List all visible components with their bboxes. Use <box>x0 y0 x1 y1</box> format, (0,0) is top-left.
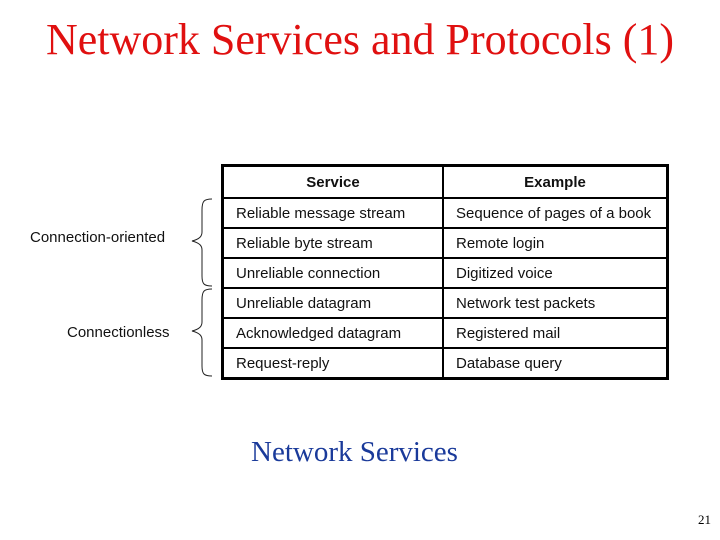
table-row: Unreliable connection Digitized voice <box>221 257 669 289</box>
cell-example: Database query <box>442 347 669 380</box>
cell-example: Remote login <box>442 227 669 259</box>
table-header-row: Service Example <box>221 164 669 199</box>
cell-service: Unreliable connection <box>221 257 444 289</box>
cell-example: Registered mail <box>442 317 669 349</box>
table-row: Reliable message stream Sequence of page… <box>221 197 669 229</box>
brace-icon-connectionless <box>191 288 213 377</box>
cell-service: Reliable message stream <box>221 197 444 229</box>
table-row: Request-reply Database query <box>221 347 669 380</box>
cell-example: Digitized voice <box>442 257 669 289</box>
cell-service: Request-reply <box>221 347 444 380</box>
cell-service: Reliable byte stream <box>221 227 444 259</box>
slide-title: Network Services and Protocols (1) <box>45 15 675 64</box>
cell-example: Sequence of pages of a book <box>442 197 669 229</box>
header-example: Example <box>442 164 669 199</box>
group-label-connectionless: Connectionless <box>67 324 170 341</box>
table-row: Acknowledged datagram Registered mail <box>221 317 669 349</box>
services-table: Service Example Reliable message stream … <box>221 164 669 380</box>
header-service: Service <box>221 164 444 199</box>
page-number: 21 <box>698 512 711 527</box>
cell-service: Unreliable datagram <box>221 287 444 319</box>
table-row: Reliable byte stream Remote login <box>221 227 669 259</box>
table-row: Unreliable datagram Network test packets <box>221 287 669 319</box>
figure-caption: Network Services <box>251 436 458 468</box>
cell-service: Acknowledged datagram <box>221 317 444 349</box>
cell-example: Network test packets <box>442 287 669 319</box>
group-label-connection-oriented: Connection-oriented <box>30 229 166 246</box>
